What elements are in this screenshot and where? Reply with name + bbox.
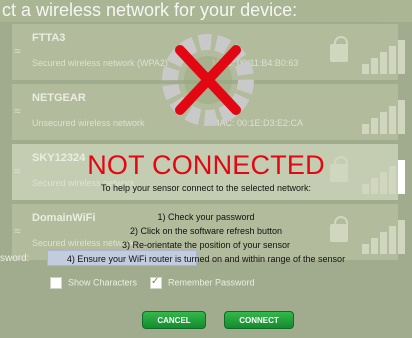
error-x-icon bbox=[175, 45, 241, 115]
wifi-setup-window: ct a wireless network for your device: ≈… bbox=[0, 0, 412, 338]
help-step-1: 1) Check your password bbox=[157, 212, 255, 222]
help-step-2: 2) Click on the software refresh button bbox=[129, 226, 283, 236]
help-subtitle: To help your sensor connect to the selec… bbox=[100, 183, 312, 193]
help-step-3: 3) Re-orientate the position of your sen… bbox=[121, 240, 291, 250]
connect-button[interactable]: CONNECT bbox=[224, 311, 294, 329]
cancel-button[interactable]: CANCEL bbox=[142, 311, 206, 329]
not-connected-title: NOT CONNECTED bbox=[87, 150, 325, 180]
help-step-4: 4) Ensure your WiFi router is turned on … bbox=[66, 254, 346, 264]
